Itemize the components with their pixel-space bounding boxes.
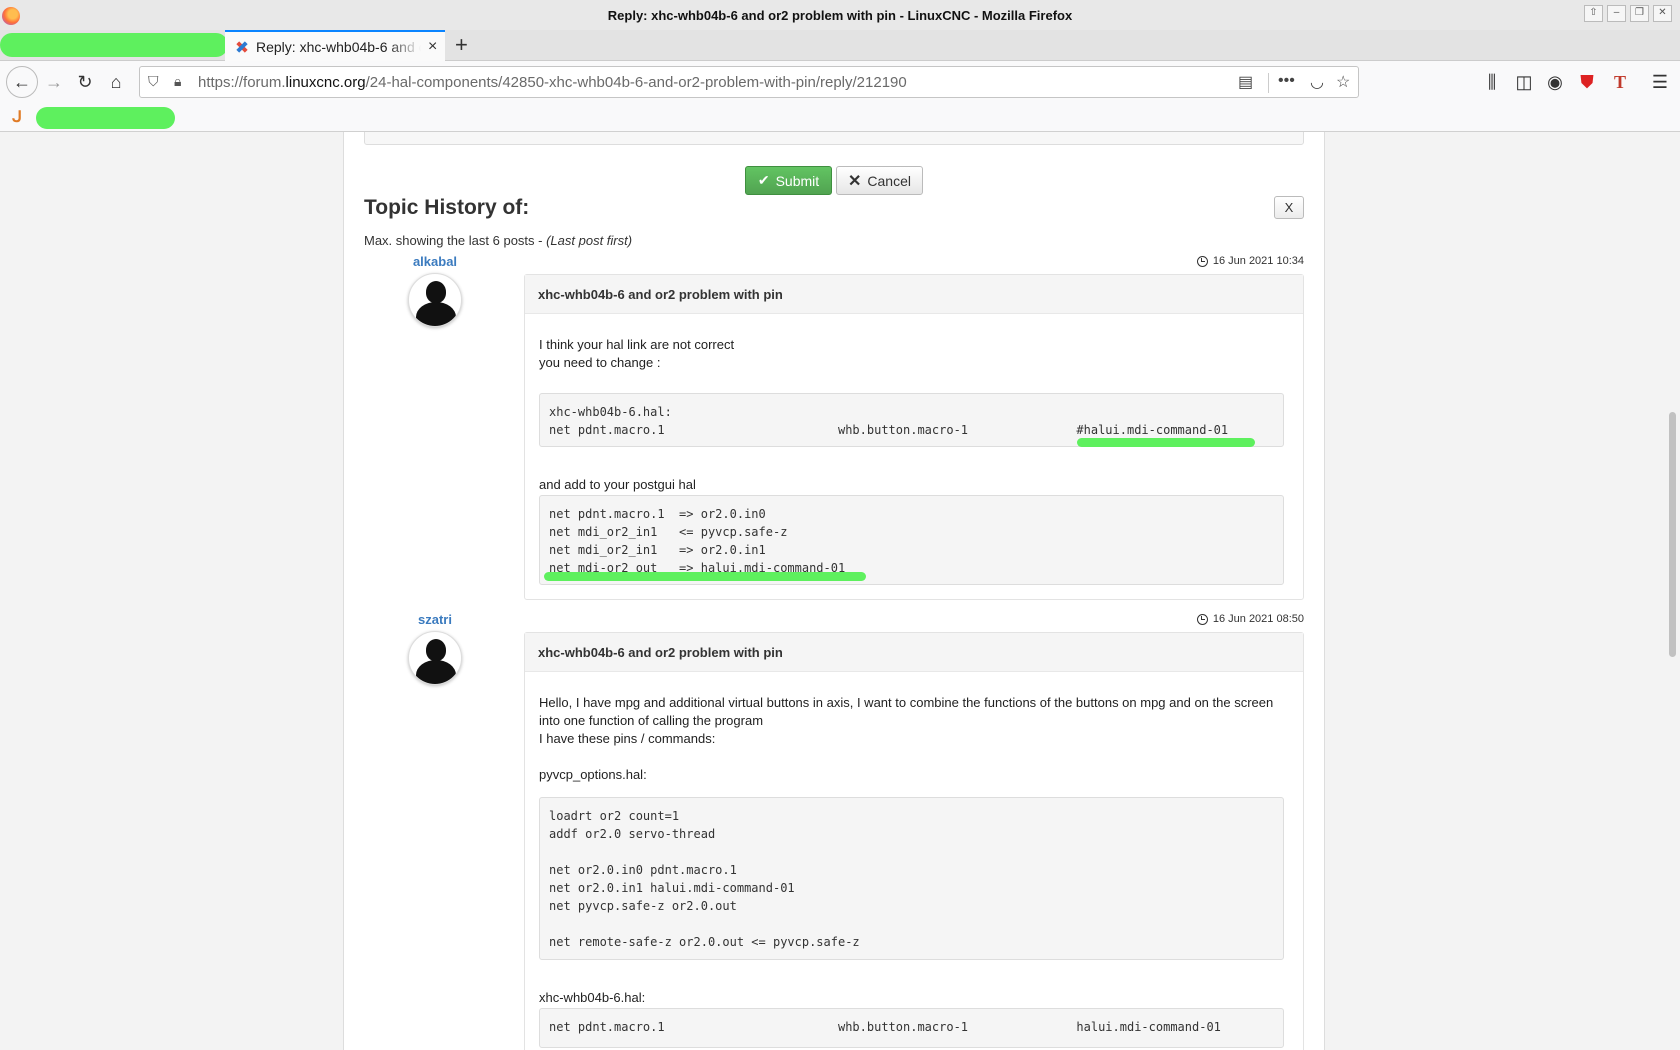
- page-scrollbar[interactable]: [1669, 412, 1676, 657]
- bookmark-favicon-icon[interactable]: ᒍ: [12, 107, 22, 127]
- lock-icon[interactable]: 🔒︎: [174, 73, 181, 90]
- home-icon[interactable]: ⌂: [104, 70, 128, 94]
- window-title: Reply: xhc-whb04b-6 and or2 problem with…: [607, 7, 1073, 23]
- page-content: ✔ Submit ✕ Cancel Topic History of: X Ma…: [0, 132, 1680, 1050]
- clock-icon: [1196, 255, 1208, 267]
- window-titlebar: Reply: xhc-whb04b-6 and or2 problem with…: [0, 0, 1680, 30]
- menu-icon[interactable]: ☰: [1648, 70, 1672, 94]
- window-up-icon[interactable]: ⇧: [1584, 5, 1603, 22]
- avatar-body: [416, 660, 456, 684]
- highlight-mark: [1077, 438, 1255, 447]
- submit-label: Submit: [775, 172, 820, 189]
- url-path: /24-hal-components/42850-xhc-whb04b-6-an…: [365, 74, 907, 91]
- pocket-icon[interactable]: ◡: [1310, 72, 1324, 92]
- close-history-button[interactable]: X: [1274, 196, 1304, 219]
- url-text[interactable]: https://forum.linuxcnc.org/24-hal-compon…: [198, 74, 907, 91]
- tab-strip: Reply: xhc-whb04b-6 and or2 problem with…: [0, 30, 1680, 61]
- check-icon: ✔: [757, 172, 770, 188]
- avatar-head: [426, 281, 446, 303]
- close-icon: ✕: [848, 172, 862, 190]
- reload-icon[interactable]: ↻: [73, 70, 97, 94]
- post-author[interactable]: szatri: [375, 612, 495, 627]
- post-card: xhc-whb04b-6 and or2 problem with pin I …: [524, 274, 1304, 600]
- close-window-icon[interactable]: ✕: [1653, 5, 1672, 22]
- clock-icon: [1196, 613, 1208, 625]
- post-text: Hello, I have mpg and additional virtual…: [539, 695, 1274, 782]
- minimize-icon[interactable]: –: [1607, 5, 1626, 22]
- code-block: loadrt or2 count=1 addf or2.0 servo-thre…: [539, 797, 1284, 960]
- adblock-shield-icon[interactable]: ⛊: [1575, 70, 1599, 94]
- post-date: 16 Jun 2021 10:34: [1196, 255, 1304, 267]
- submit-button[interactable]: ✔ Submit: [745, 166, 832, 195]
- tab-label: Reply: xhc-whb04b-6 and or2 problem with…: [256, 38, 421, 55]
- post-date-text: 16 Jun 2021 08:50: [1212, 613, 1304, 625]
- post-text: xhc-whb04b-6.hal:: [539, 990, 646, 1005]
- account-icon[interactable]: ◉: [1543, 70, 1567, 94]
- redaction-mark: [36, 107, 175, 129]
- window-controls: ⇧ – ❐ ✕: [1584, 5, 1672, 22]
- back-arrow-icon[interactable]: ←: [6, 66, 38, 98]
- topic-history-title: Topic History of:: [364, 196, 530, 219]
- post-subject: xhc-whb04b-6 and or2 problem with pin: [525, 633, 1303, 672]
- post-date: 16 Jun 2021 08:50: [1196, 613, 1304, 625]
- post-text: and add to your postgui hal: [539, 477, 696, 492]
- tab-close-icon[interactable]: ×: [428, 38, 437, 56]
- post-text: I think your hal link are not correct yo…: [539, 337, 735, 370]
- firefox-logo-icon: [2, 7, 20, 25]
- bookmark-star-icon[interactable]: ☆: [1336, 72, 1350, 92]
- reader-view-icon[interactable]: ▤: [1238, 72, 1253, 92]
- post-date-text: 16 Jun 2021 10:34: [1212, 255, 1304, 267]
- urlbar-separator: [1268, 73, 1269, 93]
- bookmarks-bar: ᒍ: [0, 103, 1680, 132]
- editor-bottom-box: [364, 132, 1304, 145]
- page-actions-icon[interactable]: •••: [1278, 72, 1295, 90]
- library-icon[interactable]: ⫼: [1480, 70, 1504, 94]
- subtitle-prefix: Max. showing the last 6 posts -: [364, 233, 547, 248]
- post-subject: xhc-whb04b-6 and or2 problem with pin: [525, 275, 1303, 314]
- url-prefix: https://forum.: [198, 74, 286, 91]
- redaction-mark: [0, 33, 228, 57]
- code-block: net pdnt.macro.1 whb.button.macro-1 halu…: [539, 1008, 1284, 1048]
- joomla-favicon-icon: [235, 40, 249, 54]
- new-tab-button[interactable]: +: [455, 33, 468, 57]
- text-extension-icon[interactable]: T: [1608, 70, 1632, 94]
- sidebar-icon[interactable]: ◫: [1512, 70, 1536, 94]
- avatar-head: [426, 639, 446, 661]
- avatar[interactable]: [408, 273, 462, 327]
- cancel-button[interactable]: ✕ Cancel: [836, 166, 923, 195]
- post-body: Hello, I have mpg and additional virtual…: [525, 672, 1303, 1050]
- maximize-icon[interactable]: ❐: [1630, 5, 1649, 22]
- tab-reply[interactable]: Reply: xhc-whb04b-6 and or2 problem with…: [225, 30, 445, 61]
- forward-arrow-icon[interactable]: →: [42, 70, 66, 94]
- nav-bar: ← → ↻ ⌂ ⛉ 🔒︎ https://forum.linuxcnc.org/…: [0, 61, 1680, 103]
- avatar[interactable]: [408, 631, 462, 685]
- avatar-body: [416, 302, 456, 326]
- shield-icon[interactable]: ⛉: [148, 73, 159, 90]
- url-bar[interactable]: ⛉ 🔒︎ https://forum.linuxcnc.org/24-hal-c…: [139, 66, 1359, 98]
- highlight-mark: [544, 572, 866, 581]
- cancel-label: Cancel: [867, 172, 911, 189]
- post-body: I think your hal link are not correct yo…: [525, 314, 1303, 598]
- post-author[interactable]: alkabal: [375, 254, 495, 269]
- url-domain: linuxcnc.org: [285, 74, 366, 91]
- subtitle-emphasis: (Last post first): [546, 233, 633, 248]
- post-card: xhc-whb04b-6 and or2 problem with pin He…: [524, 632, 1304, 1050]
- topic-history-subtitle: Max. showing the last 6 posts - (Last po…: [364, 233, 632, 248]
